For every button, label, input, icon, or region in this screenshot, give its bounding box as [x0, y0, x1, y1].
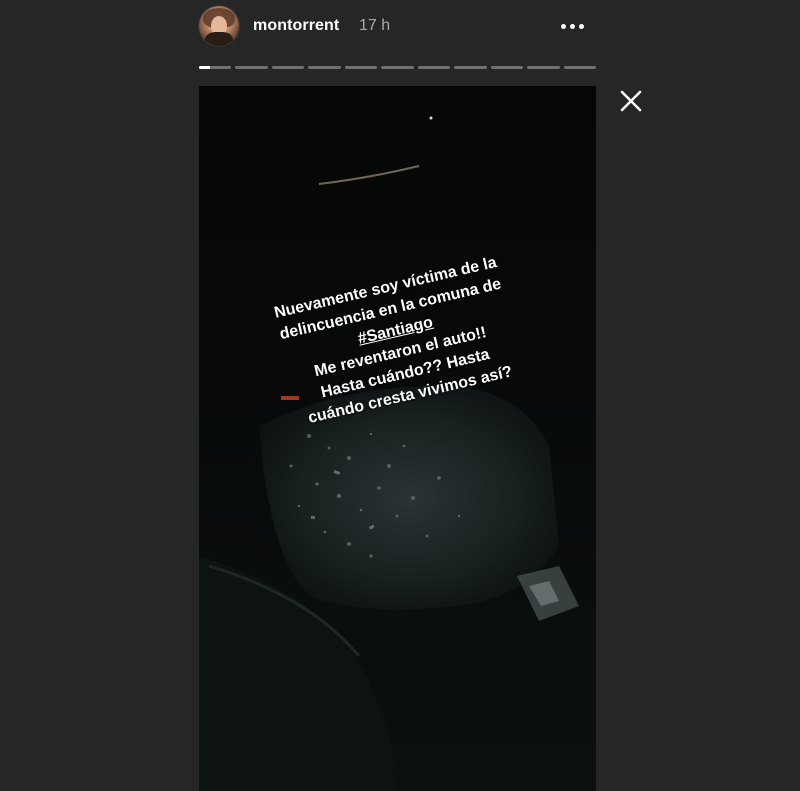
progress-segment — [563, 66, 596, 69]
story-progress-bar — [199, 66, 596, 69]
username-link[interactable]: montorrent — [253, 17, 339, 35]
progress-segment — [199, 66, 232, 69]
story-viewer: montorrent 17 h Nuevamente soy víctima d… — [0, 0, 800, 791]
progress-fill — [199, 66, 211, 69]
more-options-icon — [559, 23, 586, 29]
story-timestamp: 17 h — [359, 17, 391, 34]
progress-segment — [271, 66, 305, 69]
avatar[interactable] — [199, 6, 239, 46]
progress-segment — [235, 66, 268, 69]
story-header: montorrent 17 h — [199, 6, 596, 50]
progress-segment — [527, 66, 560, 69]
progress-segment — [308, 66, 341, 69]
progress-segment — [344, 66, 378, 69]
close-icon — [620, 90, 642, 112]
progress-segment — [417, 66, 451, 69]
progress-segment — [454, 66, 487, 69]
progress-segment — [490, 66, 524, 69]
more-options-button[interactable] — [556, 12, 588, 40]
story-photo — [199, 86, 596, 791]
story-media[interactable]: Nuevamente soy víctima de la delincuenci… — [199, 86, 596, 791]
progress-segment — [381, 66, 414, 69]
close-button[interactable] — [616, 86, 646, 116]
